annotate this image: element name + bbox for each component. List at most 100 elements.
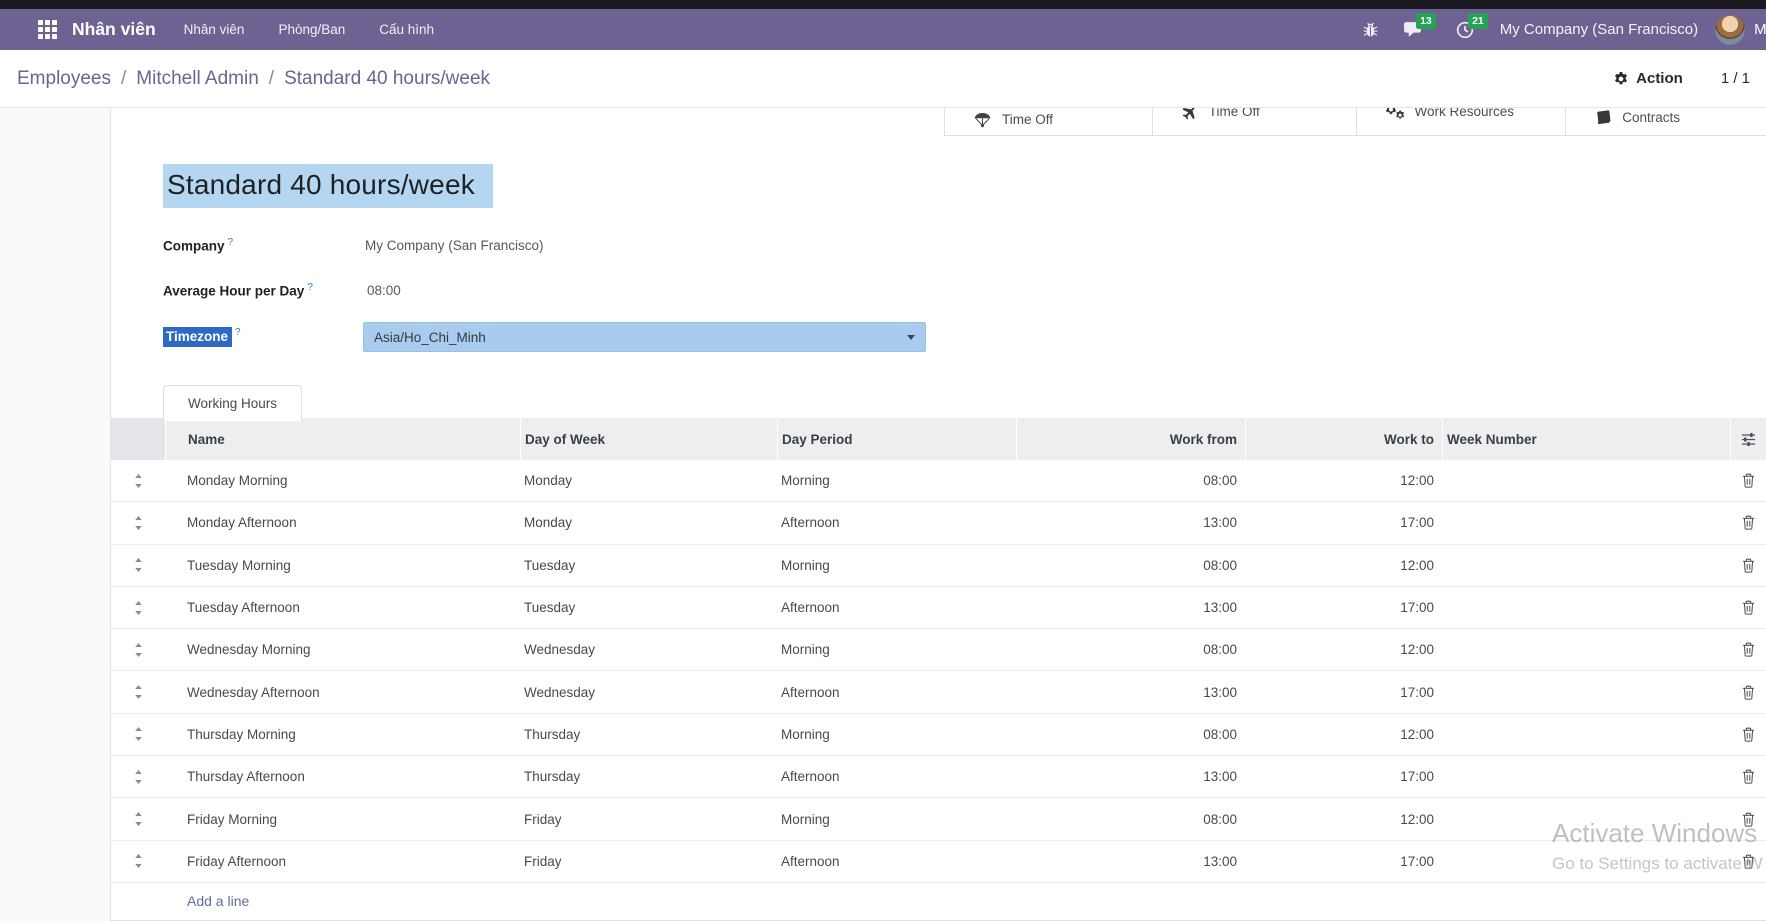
cell-day-period[interactable]: Afternoon	[777, 854, 1016, 869]
app-brand[interactable]: Nhân viên	[72, 19, 156, 40]
menu-employees[interactable]: Nhân viên	[182, 18, 247, 41]
table-row[interactable]: Monday Morning Monday Morning 08:00 12:0…	[111, 460, 1766, 502]
debug-bug-icon[interactable]	[1362, 21, 1379, 38]
cell-work-from[interactable]: 08:00	[1016, 727, 1245, 742]
breadcrumb-mitchell-admin[interactable]: Mitchell Admin	[136, 68, 259, 90]
drag-handle[interactable]	[111, 727, 165, 741]
cell-work-to[interactable]: 17:00	[1245, 769, 1442, 784]
cell-day-of-week[interactable]: Friday	[520, 854, 777, 869]
cell-name[interactable]: Friday Morning	[165, 812, 520, 827]
table-row[interactable]: Friday Afternoon Friday Afternoon 13:00 …	[111, 841, 1766, 883]
apps-menu-icon[interactable]	[38, 20, 57, 39]
cell-day-of-week[interactable]: Wednesday	[520, 685, 777, 700]
header-work-to[interactable]: Work to	[1245, 418, 1442, 460]
cell-name[interactable]: Monday Morning	[165, 473, 520, 488]
cell-work-from[interactable]: 13:00	[1016, 854, 1245, 869]
table-row[interactable]: Tuesday Afternoon Tuesday Afternoon 13:0…	[111, 587, 1766, 629]
cell-work-from[interactable]: 08:00	[1016, 558, 1245, 573]
cell-day-period[interactable]: Afternoon	[777, 685, 1016, 700]
tab-working-hours[interactable]: Working Hours	[163, 385, 302, 421]
table-row[interactable]: Thursday Morning Thursday Morning 08:00 …	[111, 714, 1766, 756]
cell-day-of-week[interactable]: Monday	[520, 473, 777, 488]
stat-button-time-off-2[interactable]: Time Off	[1152, 108, 1356, 135]
cell-name[interactable]: Wednesday Afternoon	[165, 685, 520, 700]
cell-name[interactable]: Tuesday Morning	[165, 558, 520, 573]
table-row[interactable]: Wednesday Morning Wednesday Morning 08:0…	[111, 629, 1766, 671]
table-row[interactable]: Wednesday Afternoon Wednesday Afternoon …	[111, 671, 1766, 713]
cell-day-period[interactable]: Afternoon	[777, 600, 1016, 615]
header-week-number[interactable]: Week Number	[1442, 418, 1730, 460]
drag-handle[interactable]	[111, 812, 165, 826]
header-day-of-week[interactable]: Day of Week	[520, 418, 777, 460]
breadcrumb-employees[interactable]: Employees	[17, 68, 111, 90]
cell-work-to[interactable]: 12:00	[1245, 558, 1442, 573]
header-work-from[interactable]: Work from	[1016, 418, 1245, 460]
cell-work-to[interactable]: 12:00	[1245, 727, 1442, 742]
user-avatar[interactable]	[1715, 15, 1745, 45]
cell-work-from[interactable]: 13:00	[1016, 685, 1245, 700]
cell-work-from[interactable]: 13:00	[1016, 515, 1245, 530]
cell-day-period[interactable]: Afternoon	[777, 515, 1016, 530]
cell-day-period[interactable]: Morning	[777, 558, 1016, 573]
cell-work-to[interactable]: 17:00	[1245, 854, 1442, 869]
drag-handle[interactable]	[111, 643, 165, 657]
cell-day-of-week[interactable]: Thursday	[520, 769, 777, 784]
menu-departments[interactable]: Phòng/Ban	[276, 18, 347, 41]
cell-day-of-week[interactable]: Thursday	[520, 727, 777, 742]
cell-day-of-week[interactable]: Tuesday	[520, 558, 777, 573]
cell-work-from[interactable]: 08:00	[1016, 812, 1245, 827]
cell-work-to[interactable]: 17:00	[1245, 515, 1442, 530]
cell-work-to[interactable]: 12:00	[1245, 812, 1442, 827]
cell-work-from[interactable]: 08:00	[1016, 473, 1245, 488]
delete-row-button[interactable]	[1730, 769, 1766, 784]
cell-day-period[interactable]: Morning	[777, 473, 1016, 488]
cell-work-to[interactable]: 12:00	[1245, 473, 1442, 488]
action-menu-button[interactable]: Action	[1614, 70, 1683, 87]
optional-columns-toggle[interactable]	[1730, 418, 1766, 460]
average-hour-value[interactable]: 08:00	[367, 283, 401, 298]
timezone-select[interactable]: Asia/Ho_Chi_Minh	[363, 322, 926, 352]
drag-handle[interactable]	[111, 770, 165, 784]
header-name[interactable]: Name	[165, 418, 520, 460]
company-value[interactable]: My Company (San Francisco)	[365, 238, 544, 253]
drag-handle[interactable]	[111, 601, 165, 615]
menu-configuration[interactable]: Cấu hình	[377, 18, 436, 41]
drag-handle[interactable]	[111, 558, 165, 572]
messages-icon[interactable]: 13	[1403, 21, 1422, 38]
stat-button-time-off-1[interactable]: Time Off	[945, 108, 1152, 135]
cell-day-of-week[interactable]: Tuesday	[520, 600, 777, 615]
cell-day-of-week[interactable]: Friday	[520, 812, 777, 827]
table-row[interactable]: Friday Morning Friday Morning 08:00 12:0…	[111, 798, 1766, 840]
cell-work-from[interactable]: 08:00	[1016, 642, 1245, 657]
delete-row-button[interactable]	[1730, 473, 1766, 488]
table-row[interactable]: Tuesday Morning Tuesday Morning 08:00 12…	[111, 545, 1766, 587]
table-row[interactable]: Monday Afternoon Monday Afternoon 13:00 …	[111, 502, 1766, 544]
delete-row-button[interactable]	[1730, 685, 1766, 700]
cell-day-of-week[interactable]: Wednesday	[520, 642, 777, 657]
cell-work-to[interactable]: 17:00	[1245, 685, 1442, 700]
delete-row-button[interactable]	[1730, 515, 1766, 530]
cell-day-period[interactable]: Morning	[777, 812, 1016, 827]
delete-row-button[interactable]	[1730, 642, 1766, 657]
user-name[interactable]: Mitch	[1754, 21, 1766, 38]
drag-handle[interactable]	[111, 516, 165, 530]
delete-row-button[interactable]	[1730, 854, 1766, 869]
drag-handle[interactable]	[111, 685, 165, 699]
delete-row-button[interactable]	[1730, 558, 1766, 573]
cell-day-period[interactable]: Morning	[777, 642, 1016, 657]
delete-row-button[interactable]	[1730, 812, 1766, 827]
cell-day-period[interactable]: Morning	[777, 727, 1016, 742]
cell-work-to[interactable]: 12:00	[1245, 642, 1442, 657]
record-name-input[interactable]: Standard 40 hours/week	[163, 164, 493, 208]
add-a-line-link[interactable]: Add a line	[187, 893, 249, 909]
stat-button-contracts[interactable]: Contracts	[1565, 108, 1766, 135]
delete-row-button[interactable]	[1730, 727, 1766, 742]
cell-work-from[interactable]: 13:00	[1016, 769, 1245, 784]
cell-day-of-week[interactable]: Monday	[520, 515, 777, 530]
cell-name[interactable]: Wednesday Morning	[165, 642, 520, 657]
cell-name[interactable]: Tuesday Afternoon	[165, 600, 520, 615]
pager[interactable]: 1 / 1	[1721, 70, 1750, 87]
cell-day-period[interactable]: Afternoon	[777, 769, 1016, 784]
table-row[interactable]: Thursday Afternoon Thursday Afternoon 13…	[111, 756, 1766, 798]
cell-work-from[interactable]: 13:00	[1016, 600, 1245, 615]
